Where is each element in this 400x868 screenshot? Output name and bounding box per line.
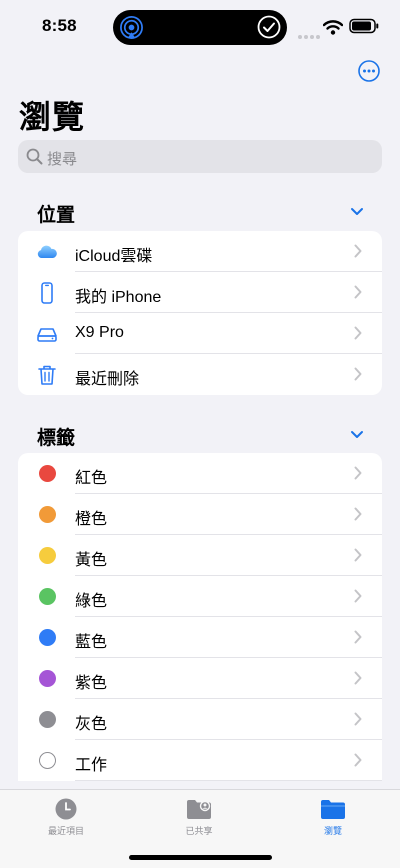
tag-item[interactable]: 紫色 bbox=[18, 658, 382, 699]
tag-color-dot-icon bbox=[39, 670, 56, 687]
dynamic-island bbox=[113, 10, 287, 45]
tab-label: 已共享 bbox=[185, 826, 213, 836]
tag-color-dot-icon bbox=[39, 588, 56, 605]
chevron-right-icon bbox=[354, 630, 362, 644]
tag-item[interactable]: 工作 bbox=[18, 740, 382, 781]
chevron-right-icon bbox=[354, 466, 362, 480]
location-item-x9-pro[interactable]: X9 Pro bbox=[18, 313, 382, 354]
search-icon bbox=[26, 148, 43, 165]
folder-icon bbox=[321, 800, 345, 819]
tag-item[interactable]: 橙色 bbox=[18, 494, 382, 535]
locations-list: iCloud雲碟 我的 iPhone X9 Pro 最近刪除 bbox=[18, 231, 382, 395]
wifi-icon bbox=[323, 20, 343, 35]
tag-color-dot-icon bbox=[39, 465, 56, 482]
shared-folder-icon bbox=[187, 800, 211, 819]
tag-color-dot-icon bbox=[39, 629, 56, 646]
location-label: iCloud雲碟 bbox=[75, 248, 153, 265]
location-item-my-iphone[interactable]: 我的 iPhone bbox=[18, 272, 382, 313]
chevron-down-icon[interactable] bbox=[350, 430, 364, 439]
tag-item[interactable]: 藍色 bbox=[18, 617, 382, 658]
location-item-recently-deleted[interactable]: 最近刪除 bbox=[18, 354, 382, 395]
tag-item[interactable]: 黃色 bbox=[18, 535, 382, 576]
chevron-right-icon bbox=[354, 589, 362, 603]
chevron-right-icon bbox=[354, 244, 362, 258]
tab-label: 最近項目 bbox=[47, 826, 84, 836]
tag-label: 黃色 bbox=[75, 552, 108, 569]
battery-icon bbox=[349, 18, 379, 34]
more-options-button[interactable] bbox=[358, 60, 380, 82]
cellular-signal-icon bbox=[298, 26, 322, 44]
page-title: 瀏覽 bbox=[19, 99, 86, 135]
tag-color-dot-icon bbox=[39, 752, 56, 769]
home-indicator bbox=[129, 855, 272, 860]
chevron-right-icon bbox=[354, 712, 362, 726]
tag-item[interactable]: 綠色 bbox=[18, 576, 382, 617]
tags-header-label: 標籤 bbox=[37, 428, 76, 449]
search-placeholder: 搜尋 bbox=[47, 151, 78, 168]
location-item-icloud[interactable]: iCloud雲碟 bbox=[18, 231, 382, 272]
tag-color-dot-icon bbox=[39, 506, 56, 523]
tag-label: 藍色 bbox=[75, 634, 108, 651]
tag-color-dot-icon bbox=[39, 547, 56, 564]
divider bbox=[75, 780, 382, 781]
tag-color-dot-icon bbox=[39, 711, 56, 728]
tab-recents[interactable]: 最近項目 bbox=[16, 790, 116, 850]
iphone-icon bbox=[41, 282, 53, 304]
chevron-right-icon bbox=[354, 753, 362, 767]
locations-header-label: 位置 bbox=[37, 205, 76, 226]
chevron-right-icon bbox=[354, 671, 362, 685]
chevron-down-icon[interactable] bbox=[350, 207, 364, 216]
tab-label: 瀏覽 bbox=[323, 826, 342, 836]
tag-label: 紫色 bbox=[75, 675, 108, 692]
tag-label: 紅色 bbox=[75, 470, 108, 487]
trash-icon bbox=[38, 365, 56, 385]
icloud-icon bbox=[37, 245, 57, 258]
location-label: 我的 iPhone bbox=[75, 289, 162, 306]
clock-icon bbox=[55, 798, 77, 820]
chevron-right-icon bbox=[354, 285, 362, 299]
tags-list: 紅色橙色黃色綠色藍色紫色灰色工作 bbox=[18, 453, 382, 781]
tag-label: 綠色 bbox=[75, 593, 108, 610]
locations-section-header[interactable]: 位置 bbox=[18, 196, 382, 226]
chevron-right-icon bbox=[354, 507, 362, 521]
airplay-audio-icon bbox=[120, 16, 143, 39]
tag-item[interactable]: 紅色 bbox=[18, 453, 382, 494]
chevron-right-icon bbox=[354, 367, 362, 381]
status-time: 8:58 bbox=[42, 16, 77, 35]
external-drive-icon bbox=[37, 328, 57, 342]
tab-shared[interactable]: 已共享 bbox=[149, 790, 249, 850]
search-field[interactable]: 搜尋 bbox=[18, 140, 382, 173]
location-label: X9 Pro bbox=[75, 324, 124, 341]
tag-item[interactable]: 灰色 bbox=[18, 699, 382, 740]
tags-section-header[interactable]: 標籤 bbox=[18, 419, 382, 449]
checkmark-circle-icon bbox=[257, 15, 281, 39]
chevron-right-icon bbox=[354, 326, 362, 340]
tag-label: 橙色 bbox=[75, 511, 108, 528]
tab-browse[interactable]: 瀏覽 bbox=[283, 790, 383, 850]
tag-label: 工作 bbox=[75, 757, 108, 774]
location-label: 最近刪除 bbox=[75, 371, 140, 388]
tag-label: 灰色 bbox=[75, 716, 108, 733]
chevron-right-icon bbox=[354, 548, 362, 562]
status-bar: 8:58 bbox=[0, 0, 400, 56]
